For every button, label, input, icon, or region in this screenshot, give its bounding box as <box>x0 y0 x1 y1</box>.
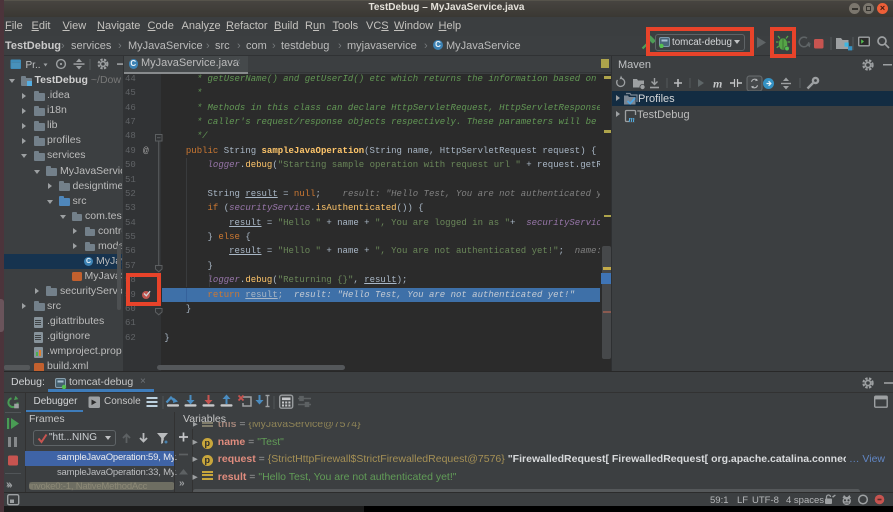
svg-text:m: m <box>713 76 722 90</box>
svg-text:»: » <box>179 478 185 489</box>
svg-text:Pr..: Pr.. <box>26 60 41 71</box>
svg-text:m: m <box>629 115 635 123</box>
